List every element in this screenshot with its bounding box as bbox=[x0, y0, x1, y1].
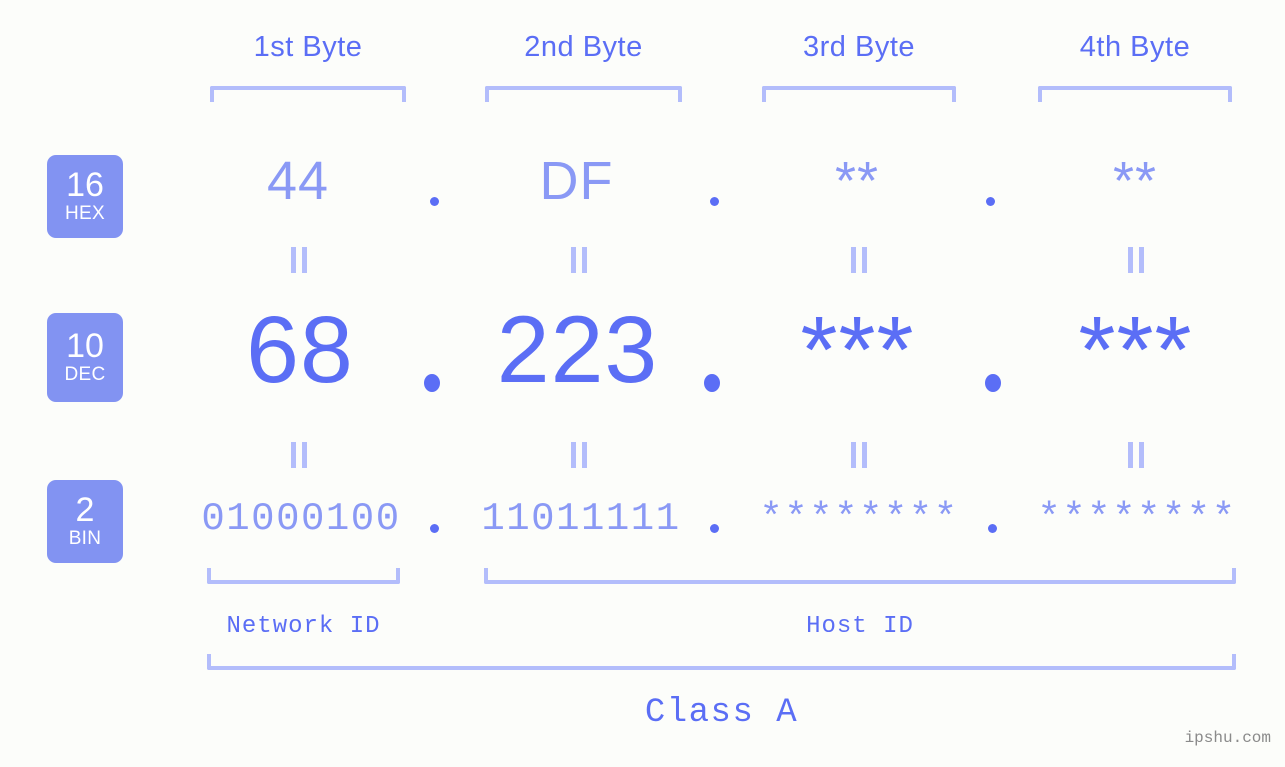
dec-separator-dot-2 bbox=[704, 374, 720, 392]
hex-byte-2: DF bbox=[539, 151, 614, 211]
bin-byte-4: ******** bbox=[1037, 497, 1237, 541]
base-badge-bin-number: 2 bbox=[75, 490, 95, 529]
bin-separator-dot-2 bbox=[710, 524, 719, 533]
dec-separator-dot-1 bbox=[424, 374, 440, 392]
equals-mark-dec-bin-3 bbox=[851, 442, 867, 468]
equals-mark-hex-dec-4 bbox=[1128, 247, 1144, 273]
byte-bracket-3 bbox=[762, 86, 956, 102]
equals-mark-hex-dec-1 bbox=[291, 247, 307, 273]
bin-byte-3: ******** bbox=[759, 497, 959, 541]
hex-byte-4: ** bbox=[1112, 151, 1158, 211]
dec-byte-4: *** bbox=[1078, 297, 1193, 403]
byte-bracket-1 bbox=[210, 86, 406, 102]
byte-bracket-2 bbox=[485, 86, 682, 102]
equals-mark-hex-dec-2 bbox=[571, 247, 587, 273]
byte-header-2: 2nd Byte bbox=[524, 31, 643, 63]
hex-separator-dot-1 bbox=[430, 197, 439, 206]
network-id-label: Network ID bbox=[226, 613, 381, 640]
byte-bracket-4 bbox=[1038, 86, 1232, 102]
equals-mark-hex-dec-3 bbox=[851, 247, 867, 273]
watermark: ipshu.com bbox=[1184, 729, 1271, 747]
equals-mark-dec-bin-4 bbox=[1128, 442, 1144, 468]
bin-separator-dot-1 bbox=[430, 524, 439, 533]
host-id-label: Host ID bbox=[806, 613, 914, 640]
class-label: Class A bbox=[644, 694, 799, 732]
base-badge-hex-number: 16 bbox=[66, 165, 104, 204]
equals-mark-dec-bin-2 bbox=[571, 442, 587, 468]
byte-header-4: 4th Byte bbox=[1079, 31, 1191, 63]
base-badge-dec-name: DEC bbox=[64, 363, 106, 385]
bin-separator-dot-3 bbox=[988, 524, 997, 533]
byte-header-3: 3rd Byte bbox=[803, 31, 915, 63]
base-badge-dec-number: 10 bbox=[66, 326, 104, 365]
base-badge-hex-name: HEX bbox=[65, 202, 105, 224]
bin-byte-1: 01000100 bbox=[201, 497, 401, 541]
host-id-bracket bbox=[484, 568, 1236, 584]
dec-byte-3: *** bbox=[800, 297, 915, 403]
base-badge-dec: 10 DEC bbox=[47, 313, 123, 402]
network-id-bracket bbox=[207, 568, 400, 584]
byte-header-1: 1st Byte bbox=[253, 31, 363, 63]
equals-mark-dec-bin-1 bbox=[291, 442, 307, 468]
base-badge-hex: 16 HEX bbox=[47, 155, 123, 238]
dec-byte-2: 223 bbox=[496, 297, 659, 403]
hex-separator-dot-3 bbox=[986, 197, 995, 206]
class-bracket bbox=[207, 654, 1236, 670]
dec-separator-dot-3 bbox=[985, 374, 1001, 392]
ip-address-breakdown-diagram: 1st Byte 2nd Byte 3rd Byte 4th Byte 16 H… bbox=[0, 0, 1285, 767]
base-badge-bin: 2 BIN bbox=[47, 480, 123, 563]
hex-separator-dot-2 bbox=[710, 197, 719, 206]
hex-byte-1: 44 bbox=[266, 151, 330, 211]
base-badge-bin-name: BIN bbox=[68, 527, 102, 549]
dec-byte-1: 68 bbox=[246, 297, 354, 403]
bin-byte-2: 11011111 bbox=[481, 497, 681, 541]
hex-byte-3: ** bbox=[834, 151, 880, 211]
